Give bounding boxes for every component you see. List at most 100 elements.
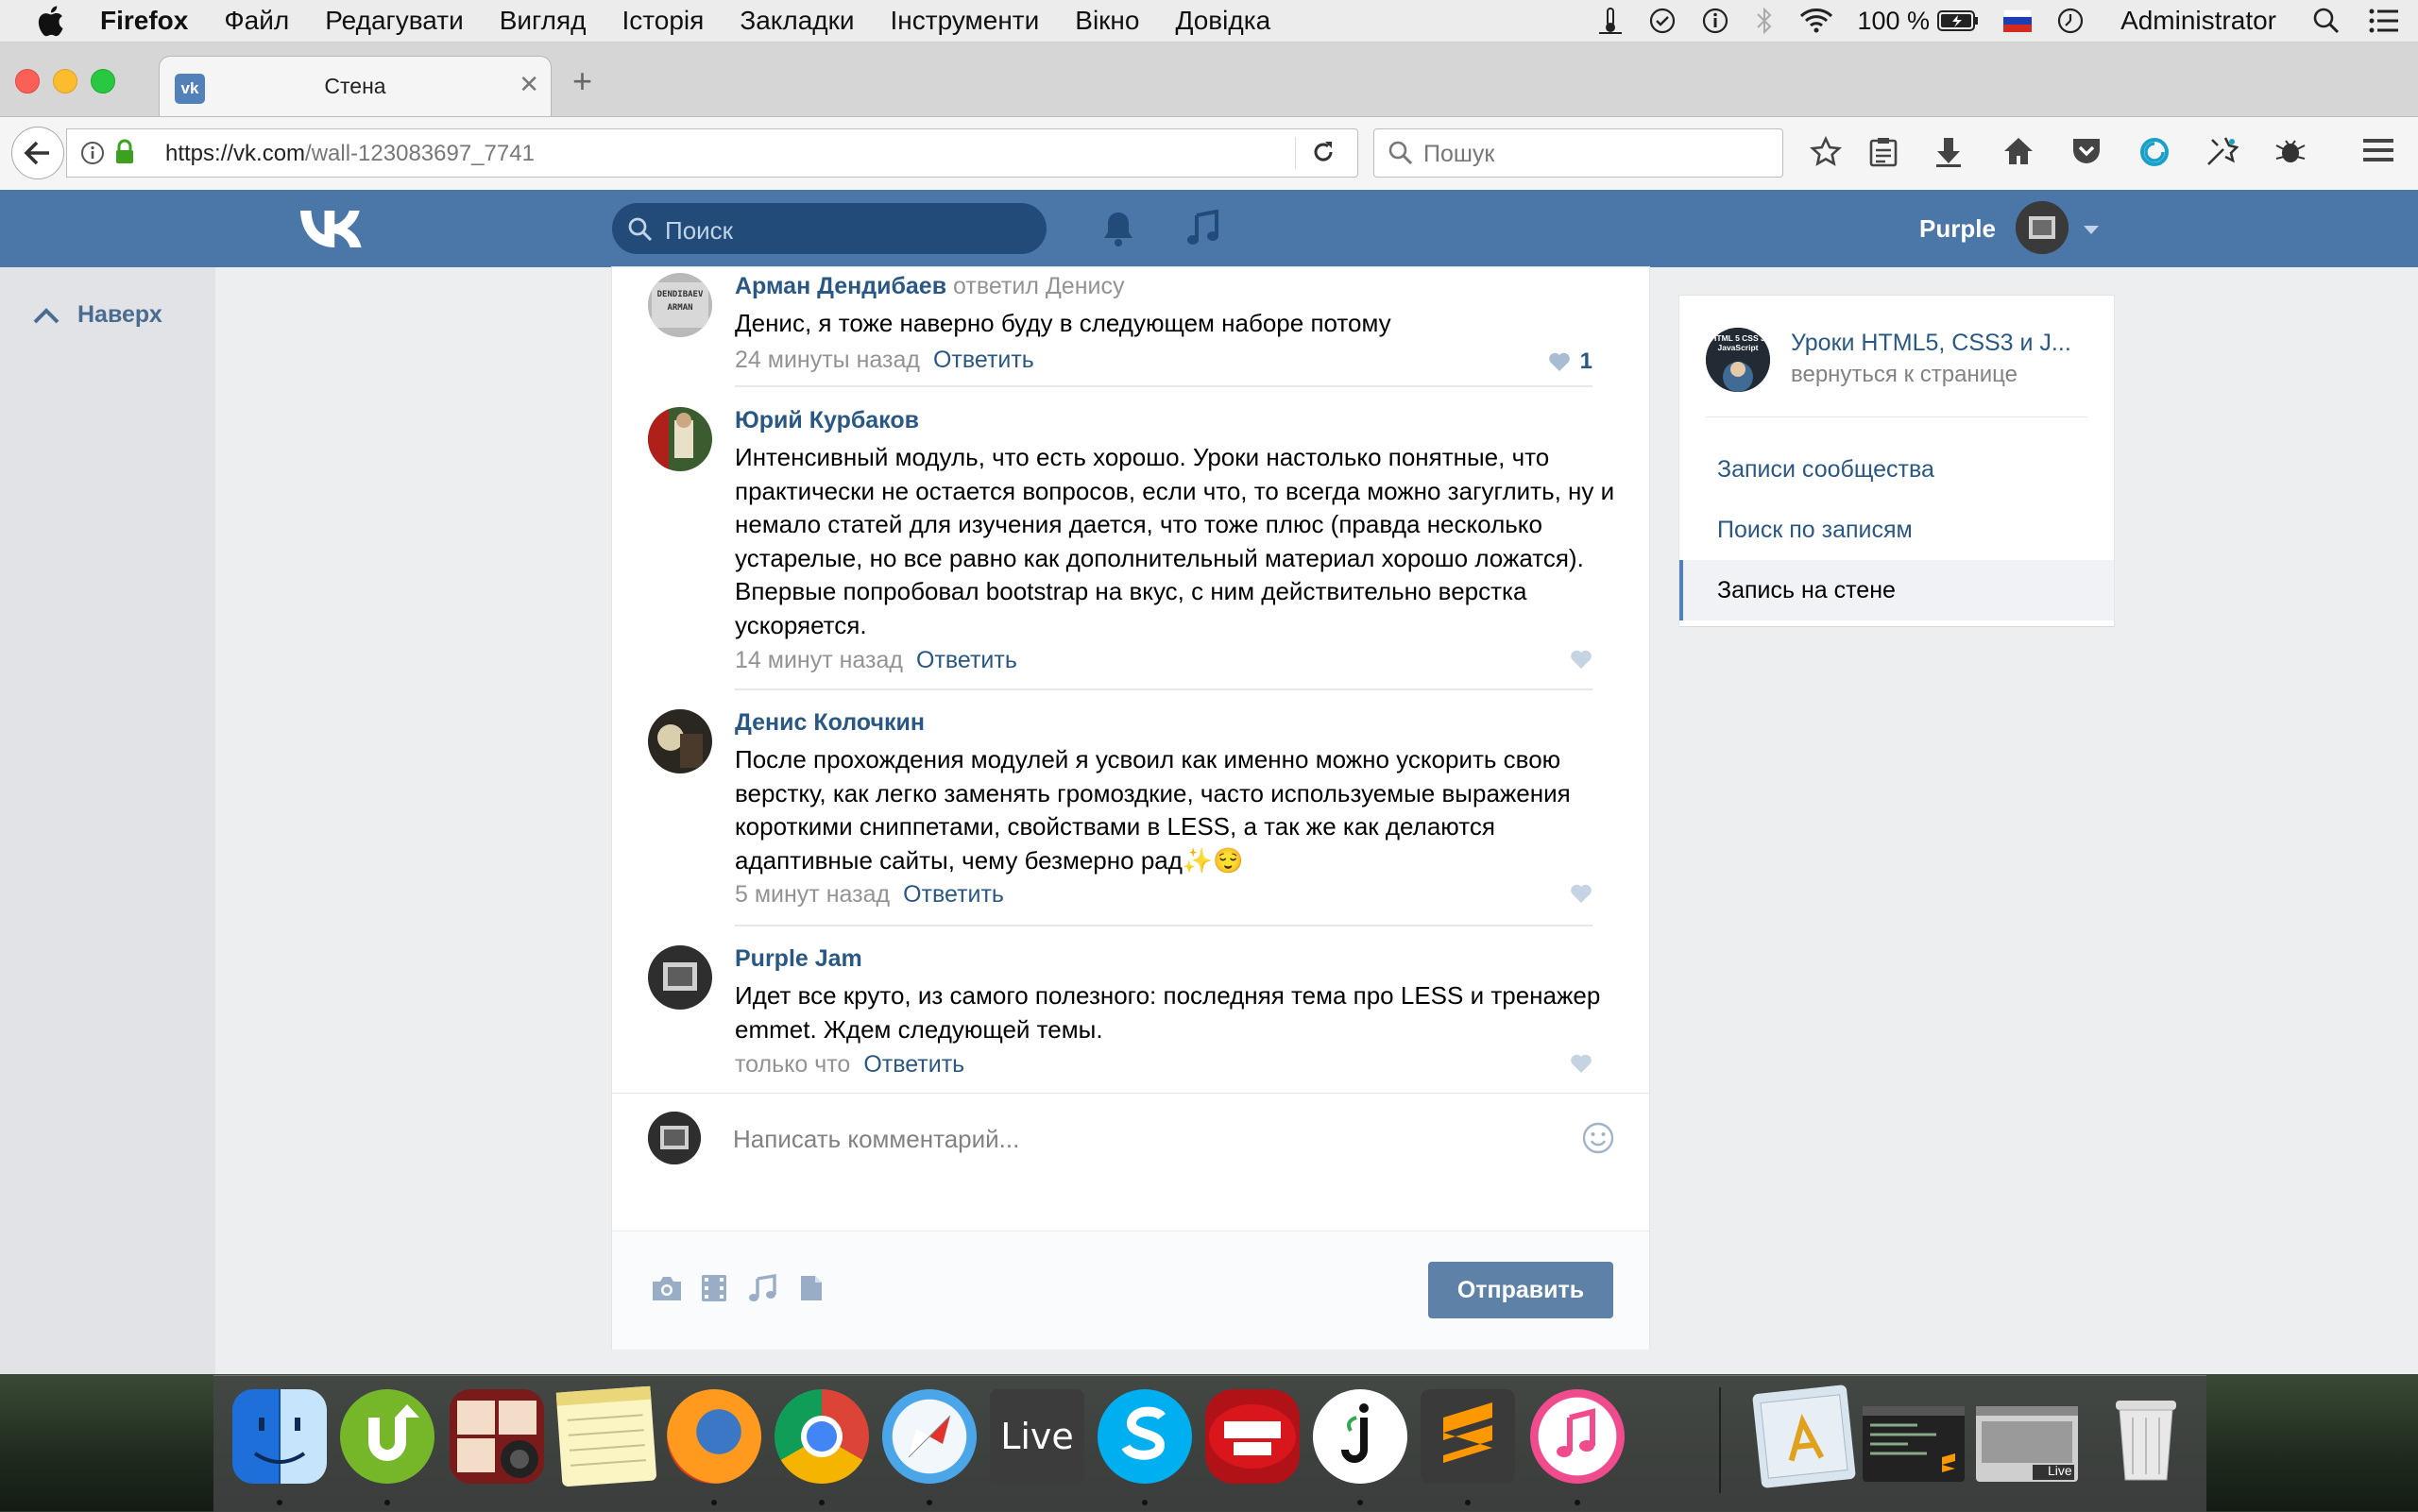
utorrent-icon[interactable] xyxy=(340,1389,434,1484)
clock-icon[interactable] xyxy=(2056,7,2085,35)
comment-reply-link[interactable]: Ответить xyxy=(903,881,1004,908)
terminal-window-icon[interactable] xyxy=(1863,1406,1965,1482)
notification-center-icon[interactable] xyxy=(2369,8,2399,34)
vk-user-avatar[interactable] xyxy=(2016,201,2069,254)
ableton-live-icon[interactable]: Live xyxy=(990,1389,1084,1484)
comment-avatar[interactable] xyxy=(648,709,712,773)
nav-wall-post[interactable]: Запись на стене xyxy=(1679,560,2114,620)
menu-window[interactable]: Вікно xyxy=(1075,6,1139,36)
comment-author-name[interactable]: Юрий Курбаков xyxy=(735,407,919,434)
window-minimize-button[interactable] xyxy=(53,69,77,93)
nav-community-posts[interactable]: Записи сообщества xyxy=(1679,439,2114,500)
downloads-icon[interactable] xyxy=(1934,136,1963,168)
reading-list-icon[interactable] xyxy=(1868,136,1899,168)
menu-tools[interactable]: Інструменти xyxy=(891,6,1040,36)
tab-close-icon[interactable]: ✕ xyxy=(519,70,539,99)
finder-icon[interactable] xyxy=(232,1389,327,1484)
battery-charging-icon[interactable] xyxy=(1937,9,1979,32)
extension-bug-icon[interactable] xyxy=(2274,136,2307,166)
vk-logo-icon[interactable] xyxy=(300,211,365,248)
bluetooth-icon[interactable] xyxy=(1754,7,1775,35)
spotlight-search-icon[interactable] xyxy=(2312,7,2341,35)
comment-time[interactable]: 5 минут назад xyxy=(735,881,890,908)
browser-search-bar[interactable]: Пошук xyxy=(1373,128,1783,178)
scroll-to-top-button[interactable]: Наверх xyxy=(32,301,162,329)
comment-time[interactable]: 14 минут назад xyxy=(735,647,903,673)
comment-like-button[interactable] xyxy=(1570,1053,1592,1074)
window-close-button[interactable] xyxy=(15,69,40,93)
menu-edit[interactable]: Редагувати xyxy=(325,6,464,36)
chrome-icon[interactable] xyxy=(775,1389,869,1484)
russian-flag-icon[interactable] xyxy=(2003,9,2033,32)
attach-video-icon[interactable] xyxy=(701,1274,727,1302)
vk-username[interactable]: Purple xyxy=(1919,214,1996,244)
group-title-link[interactable]: Уроки HTML5, CSS3 и J... xyxy=(1791,330,2071,357)
sync-extension-icon[interactable] xyxy=(2138,136,2171,168)
back-to-page-link[interactable]: вернуться к странице xyxy=(1791,362,2018,388)
jumpcut-icon[interactable] xyxy=(1313,1389,1407,1484)
attach-document-icon[interactable] xyxy=(799,1274,824,1302)
attach-photo-icon[interactable] xyxy=(650,1274,684,1302)
menu-app-name[interactable]: Firefox xyxy=(100,6,188,36)
applications-folder-icon[interactable] xyxy=(1752,1385,1856,1488)
sublime-text-icon[interactable] xyxy=(1421,1389,1515,1484)
shield-check-icon[interactable] xyxy=(1648,7,1677,35)
send-comment-button[interactable]: Отправить xyxy=(1428,1262,1613,1318)
home-icon[interactable] xyxy=(2002,136,2035,166)
attach-audio-icon[interactable] xyxy=(748,1274,776,1302)
comment-author-name[interactable]: Денис Колочкин xyxy=(735,709,925,737)
wifi-icon[interactable] xyxy=(1799,8,1833,34)
notifications-bell-icon[interactable] xyxy=(1101,210,1135,247)
comment-time[interactable]: 24 минуты назад xyxy=(735,347,920,373)
photo-booth-icon[interactable] xyxy=(450,1389,544,1484)
notes-icon[interactable] xyxy=(555,1385,657,1487)
browser-tab[interactable]: vk Стена ✕ xyxy=(159,56,552,117)
window-zoom-button[interactable] xyxy=(91,69,115,93)
skype-icon[interactable] xyxy=(1098,1389,1192,1484)
comment-avatar[interactable]: DENDIBAEV ARMAN xyxy=(648,273,712,337)
back-button[interactable] xyxy=(11,127,64,179)
live-window-icon[interactable]: Live xyxy=(1976,1406,2078,1482)
vk-search-input[interactable]: Поиск xyxy=(612,203,1047,254)
comment-avatar[interactable] xyxy=(648,945,712,1010)
comment-reply-link[interactable]: Ответить xyxy=(916,647,1017,673)
menu-bookmarks[interactable]: Закладки xyxy=(740,6,854,36)
menu-history[interactable]: Історія xyxy=(622,6,704,36)
comment-author-name[interactable]: Purple Jam xyxy=(735,945,862,973)
comment-reply-to[interactable]: ответил Денису xyxy=(953,273,1124,299)
url-bar[interactable]: https://vk.com/wall-123083697_7741 xyxy=(66,128,1358,178)
pocket-icon[interactable] xyxy=(2070,136,2103,166)
emoji-smile-icon[interactable] xyxy=(1581,1121,1615,1155)
trash-icon[interactable] xyxy=(2099,1389,2193,1484)
extension-tools-icon[interactable] xyxy=(2205,136,2239,168)
firefox-icon[interactable] xyxy=(667,1389,761,1484)
reload-icon[interactable] xyxy=(1310,139,1337,165)
comment-author[interactable]: Арман Дендибаев ответил Денису xyxy=(735,273,1124,300)
menu-user-name[interactable]: Administrator xyxy=(2120,6,2276,36)
pod-farm-icon[interactable] xyxy=(1205,1389,1300,1484)
itunes-icon[interactable] xyxy=(1530,1389,1625,1484)
site-info-icon[interactable] xyxy=(80,141,105,165)
comment-reply-link[interactable]: Ответить xyxy=(863,1051,964,1078)
comment-input[interactable]: Написать комментарий... xyxy=(733,1125,1019,1154)
menu-file[interactable]: Файл xyxy=(224,6,289,36)
user-menu-chevron-icon[interactable] xyxy=(2084,226,2099,235)
nav-search-posts[interactable]: Поиск по записям xyxy=(1679,500,2114,560)
apple-menu-icon[interactable] xyxy=(36,5,70,37)
menu-help[interactable]: Довідка xyxy=(1175,6,1270,36)
comment-author-name[interactable]: Арман Дендибаев xyxy=(735,273,946,299)
comment-time[interactable]: только что xyxy=(735,1051,850,1078)
comment-reply-link[interactable]: Ответить xyxy=(933,347,1034,373)
safari-icon[interactable] xyxy=(882,1389,977,1484)
comment-like-button[interactable] xyxy=(1570,883,1592,904)
bookmark-star-icon[interactable] xyxy=(1810,136,1842,168)
new-tab-button[interactable]: + xyxy=(572,61,592,101)
music-note-icon[interactable] xyxy=(1186,210,1218,247)
url-text[interactable]: https://vk.com/wall-123083697_7741 xyxy=(165,141,535,167)
comment-avatar[interactable] xyxy=(648,407,712,471)
temperature-icon[interactable] xyxy=(1597,7,1624,35)
hamburger-menu-icon[interactable] xyxy=(2363,136,2393,164)
menu-view[interactable]: Вигляд xyxy=(500,6,587,36)
comment-like-button[interactable] xyxy=(1570,649,1592,670)
info-circle-icon[interactable] xyxy=(1701,7,1729,35)
